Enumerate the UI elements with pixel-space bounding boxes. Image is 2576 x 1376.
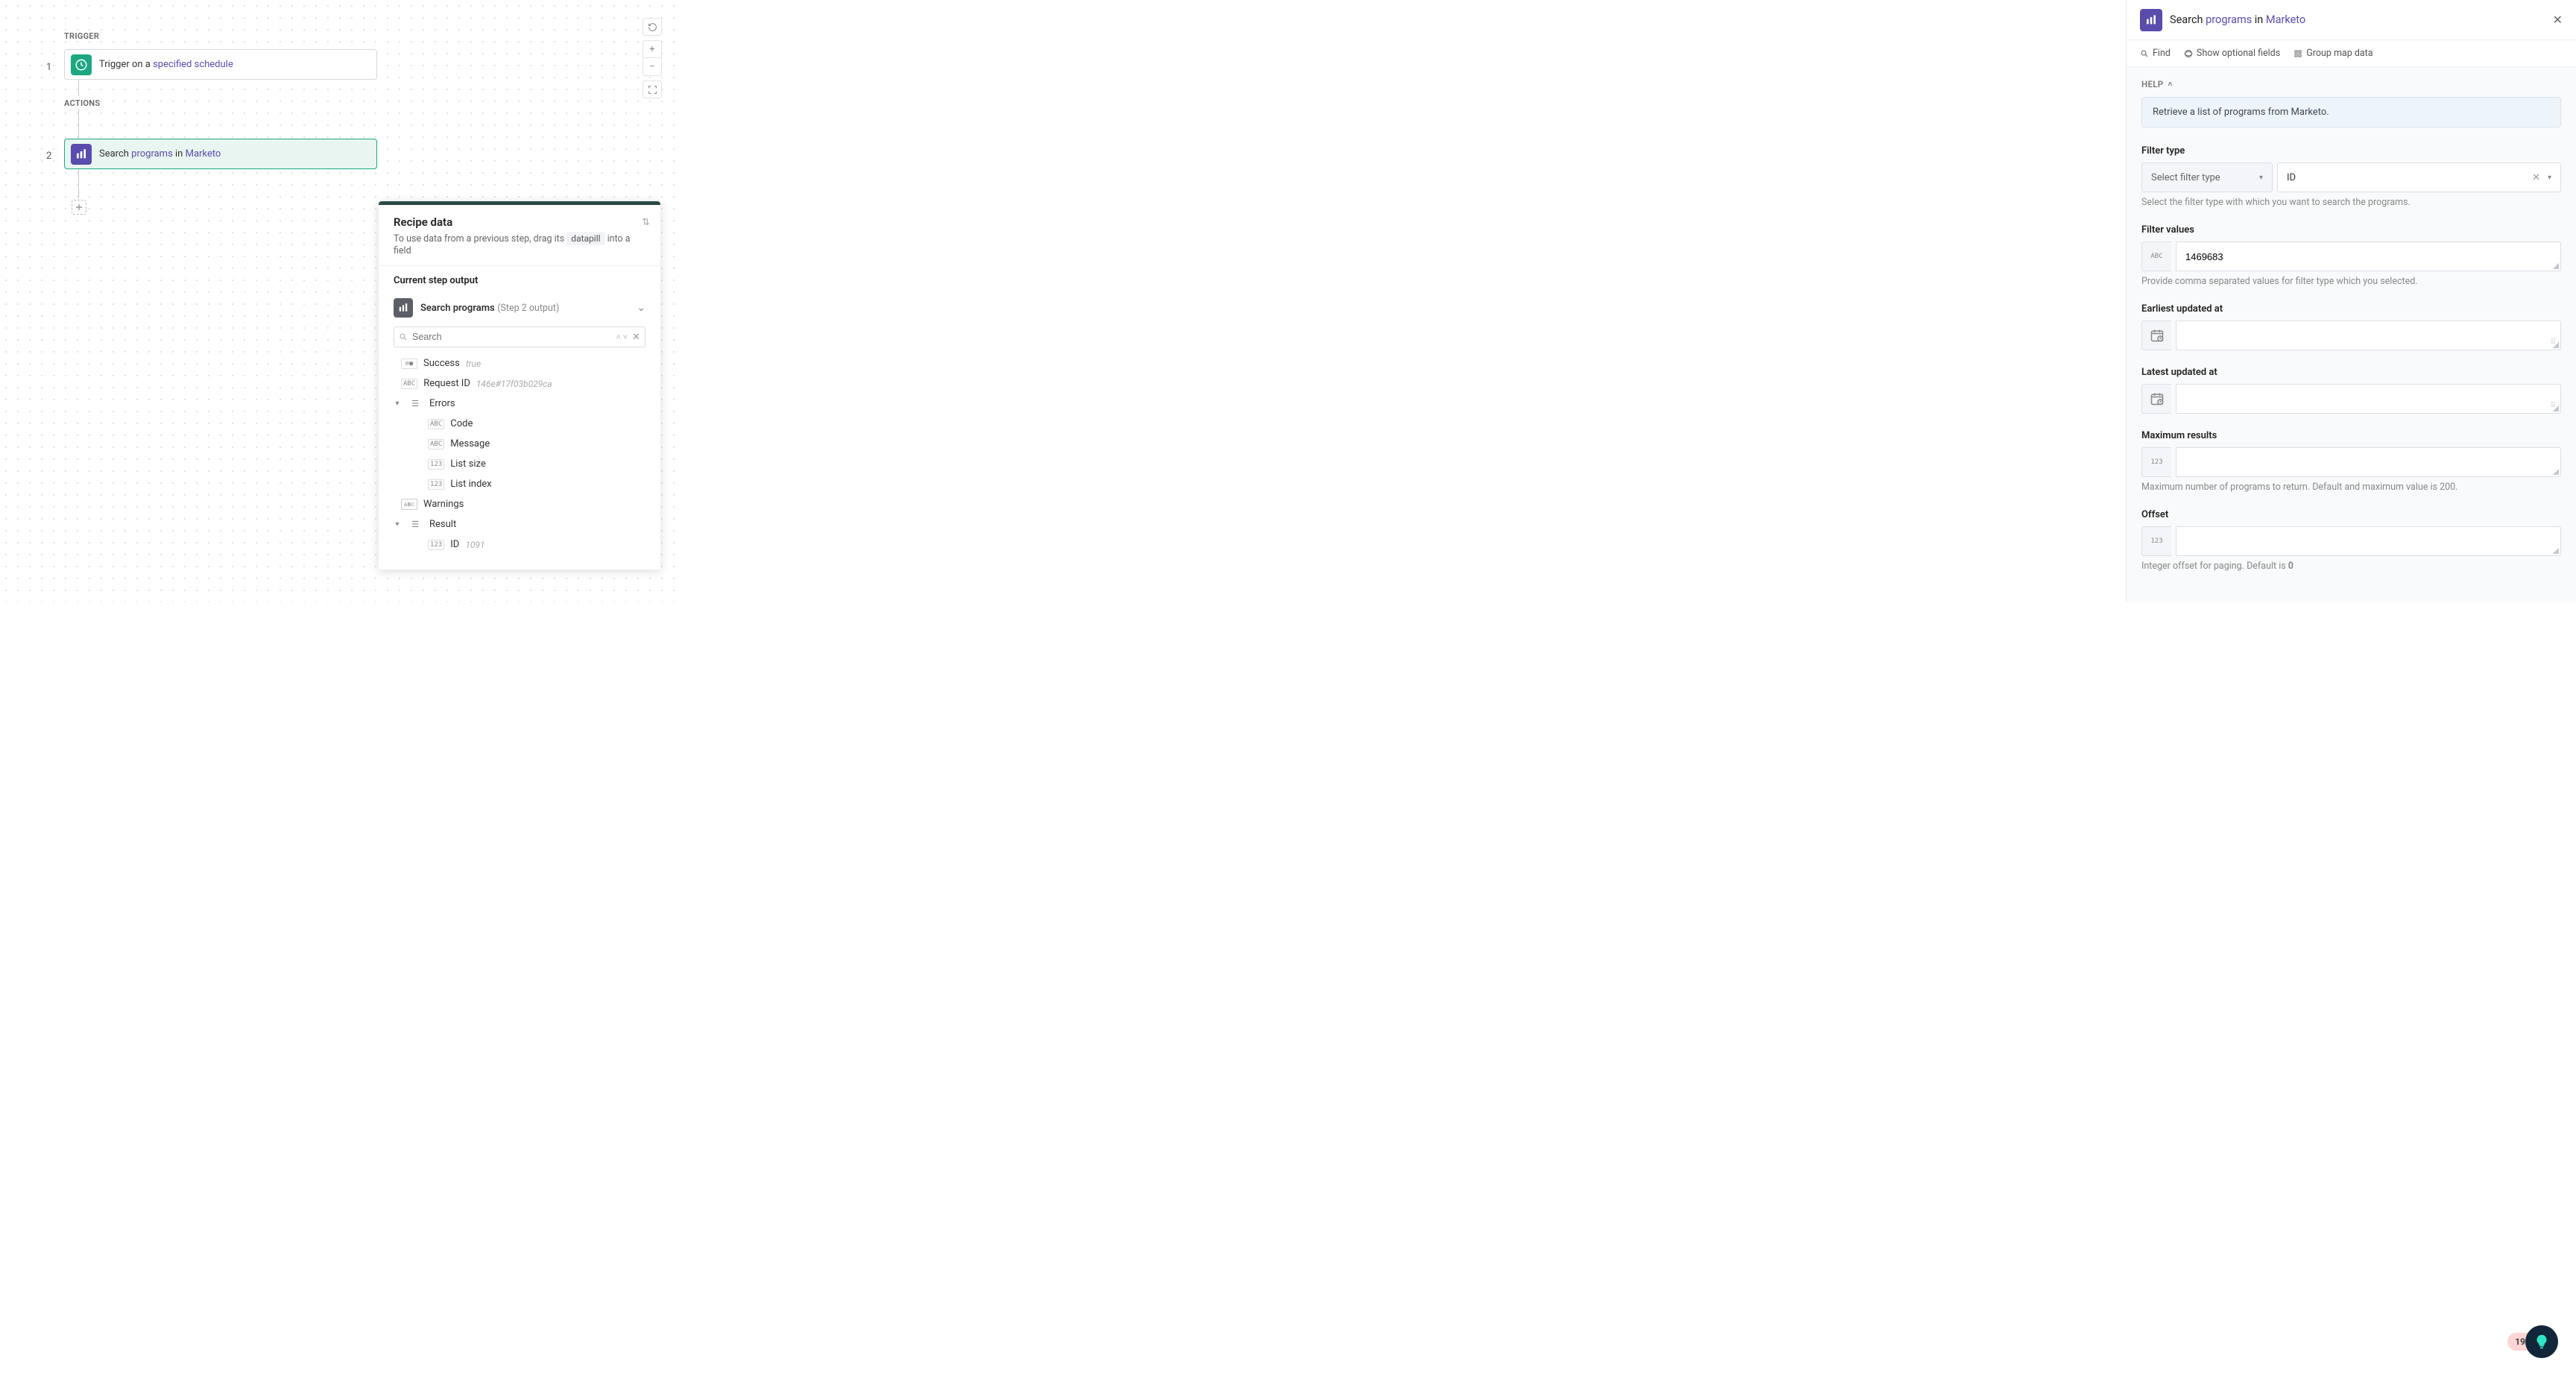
output-source-row[interactable]: Search programs (Step 2 output) ⌄ [394,294,645,322]
earliest-label: Earliest updated at [2141,303,2561,315]
tree-row[interactable]: 123 ID 1091 [394,534,645,555]
trigger-section-label: TRIGGER [64,31,99,41]
calendar-icon [2141,321,2171,350]
connector-line [78,80,79,96]
search-nav[interactable]: ˄ ˅ [616,332,628,342]
output-source-text: Search programs (Step 2 output) [420,302,559,314]
recipe-data-title: Recipe data [394,215,645,229]
lightbulb-icon [2525,1325,2558,1358]
tree-row[interactable]: ABC Request ID 146e#17f03b029ca [394,373,645,394]
boolean-type-icon: ⊙● [401,359,417,369]
tree-row[interactable]: ᴀʙᴄ Warnings [394,494,645,514]
datapill-search[interactable]: ˄ ˅ ✕ [394,326,645,347]
tree-row[interactable]: ▾ ☰ Result [394,514,645,534]
show-optional-button[interactable]: Show optional fields [2184,48,2280,59]
trigger-step-title: Trigger on a specified schedule [99,59,233,70]
connector-line [78,169,79,198]
number-type-icon: 123 [428,540,444,550]
action-step-card[interactable]: Search programs in Marketo [64,139,377,169]
array-type-icon: ᴀʙᴄ [401,499,417,510]
help-text: Retrieve a list of programs from Marketo… [2141,97,2561,127]
offset-desc: Integer offset for paging. Default is 0 [2141,561,2561,572]
earliest-input[interactable]: ⠿ [2176,321,2561,350]
marketo-icon [394,298,413,318]
latest-input[interactable]: ⠿ [2176,384,2561,414]
tree-row[interactable]: ABC Message [394,434,645,454]
filter-values-label: Filter values [2141,224,2561,236]
number-type-icon: 123 [428,459,444,470]
resize-handle[interactable] [2553,548,2559,554]
resize-handle[interactable] [2553,405,2559,411]
number-type-icon: 123 [2141,447,2171,477]
marketo-icon [2140,9,2162,31]
recipe-data-subtitle: To use data from a previous step, drag i… [394,232,645,256]
list-type-icon: ☰ [407,399,423,408]
filter-values-input[interactable] [2176,242,2561,271]
resize-handle[interactable] [2553,469,2559,475]
marketo-icon [71,144,92,165]
step-config-panel: Search programs in Marketo ✕ Find Show o… [2126,0,2576,602]
connector-line [78,109,79,139]
caret-down-icon[interactable]: ▾ [394,520,401,528]
chevron-down-icon: ▾ [2548,174,2551,182]
number-type-icon: 123 [428,479,444,490]
close-icon[interactable]: ✕ [2553,13,2563,27]
config-toolbar: Find Show optional fields Group map data [2127,40,2576,67]
drag-handle-icon[interactable]: ⇅ [642,217,650,228]
max-results-input[interactable] [2176,447,2561,477]
help-toggle[interactable]: HELP ˄ [2141,79,2561,89]
filter-type-value[interactable]: ID ✕ ▾ [2277,162,2561,192]
max-results-desc: Maximum number of programs to return. De… [2141,482,2561,493]
tree-row[interactable]: 123 List size [394,454,645,474]
assistant-button[interactable]: 19 [2507,1325,2558,1358]
output-tree: ⊙● Success true ABC Request ID 146e#17f0… [394,353,645,555]
zoom-in-button[interactable]: + [643,40,662,58]
current-output-label: Current step output [394,275,645,286]
string-type-icon: ABC [2141,242,2171,271]
datapill-search-input[interactable] [412,332,616,342]
chevron-up-icon: ˄ [2168,81,2172,89]
list-type-icon: ☰ [407,520,423,529]
clear-icon[interactable]: ✕ [2532,172,2540,183]
latest-label: Latest updated at [2141,367,2561,378]
tree-row[interactable]: ABC Code [394,414,645,434]
calendar-icon [2141,384,2171,414]
filter-values-desc: Provide comma separated values for filte… [2141,276,2561,287]
canvas-toolbar: + − [643,18,662,98]
group-map-button[interactable]: Group map data [2294,48,2373,59]
action-step-title: Search programs in Marketo [99,148,221,160]
zoom-out-button[interactable]: − [643,58,662,76]
find-button[interactable]: Find [2140,48,2171,59]
resize-handle[interactable] [2553,342,2559,348]
fit-view-button[interactable] [643,81,662,98]
tree-row[interactable]: 123 List index [394,474,645,494]
number-type-icon: 123 [2141,526,2171,556]
search-clear-icon[interactable]: ✕ [632,332,640,343]
filter-type-desc: Select the filter type with which you wa… [2141,197,2561,208]
string-type-icon: ABC [428,419,444,429]
config-title: Search programs in Marketo [2170,13,2305,26]
tree-row[interactable]: ▾ ☰ Errors [394,394,645,414]
step-number-2: 2 [46,151,51,162]
offset-input[interactable] [2176,526,2561,556]
config-header: Search programs in Marketo ✕ [2127,0,2576,40]
recipe-data-panel: Recipe data To use data from a previous … [379,201,660,569]
max-results-label: Maximum results [2141,430,2561,441]
tree-row[interactable]: ⊙● Success true [394,353,645,373]
chevron-down-icon: ⌄ [637,302,645,314]
add-step-button[interactable] [72,200,86,215]
resize-handle[interactable] [2553,263,2559,269]
undo-button[interactable] [643,18,662,36]
clock-icon [71,54,92,75]
offset-label: Offset [2141,509,2561,520]
filter-type-label: Filter type [2141,145,2561,157]
trigger-step-card[interactable]: Trigger on a specified schedule [64,49,377,80]
string-type-icon: ABC [428,439,444,449]
chevron-down-icon: ▾ [2259,174,2263,182]
caret-down-icon[interactable]: ▾ [394,400,401,408]
filter-type-select[interactable]: Select filter type ▾ [2141,162,2273,192]
actions-section-label: ACTIONS [64,98,100,108]
step-number-1: 1 [46,62,51,73]
string-type-icon: ABC [401,379,417,389]
